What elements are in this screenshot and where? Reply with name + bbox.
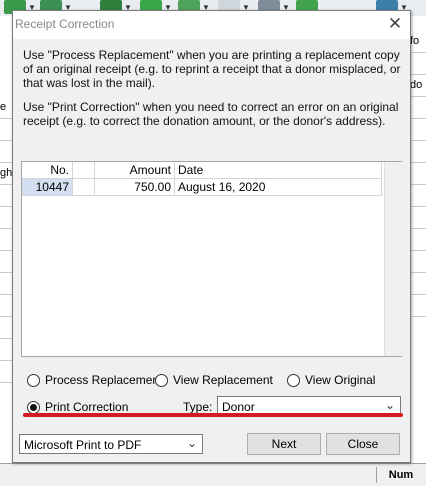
- radio-label: View Replacement: [173, 373, 273, 387]
- background-cell: [410, 184, 426, 207]
- type-label: Type:: [183, 400, 213, 414]
- background-cell: do: [410, 74, 426, 97]
- background-cell: [410, 96, 426, 119]
- instruction-print-correction: Use "Print Correction" when you need to …: [23, 100, 399, 128]
- background-cell: gh: [0, 162, 12, 185]
- background-cell: [410, 140, 426, 163]
- background-cell: [0, 316, 12, 339]
- cell-no[interactable]: 10447: [22, 179, 73, 196]
- radio-label: Process Replacement: [45, 373, 163, 387]
- chevron-down-icon: ⌄: [186, 436, 197, 450]
- background-cell: [410, 206, 426, 229]
- background-cell: [0, 338, 12, 361]
- receipts-grid[interactable]: No. Amount Date 10447 750.00 August 16, …: [21, 161, 402, 357]
- radio-indicator: [155, 374, 168, 387]
- cell-flag[interactable]: [73, 179, 95, 196]
- background-cell: [0, 140, 12, 163]
- radio-indicator: [27, 374, 40, 387]
- close-button[interactable]: Close: [326, 433, 400, 455]
- background-cell: [410, 250, 426, 273]
- background-cell: [0, 184, 12, 207]
- background-cell: [410, 162, 426, 185]
- radio-indicator: [287, 374, 300, 387]
- background-cell: [0, 250, 12, 273]
- highlight-underline: [23, 413, 403, 417]
- status-bar: Num: [0, 463, 426, 486]
- receipt-correction-dialog: Receipt Correction ✕ Use "Process Replac…: [12, 10, 411, 463]
- background-cell: [0, 360, 12, 383]
- radio-label: Print Correction: [45, 400, 129, 414]
- type-select-value: Donor: [222, 400, 255, 414]
- dialog-title: Receipt Correction: [15, 17, 115, 31]
- background-cell: [410, 228, 426, 251]
- cell-amount[interactable]: 750.00: [95, 179, 175, 196]
- chevron-down-icon: ⌄: [384, 398, 395, 412]
- background-cell: [0, 294, 12, 317]
- num-lock-indicator: Num: [376, 467, 425, 483]
- background-cell: [410, 294, 426, 317]
- background-cell: [410, 52, 426, 75]
- column-header-no[interactable]: No.: [22, 162, 73, 179]
- background-cell: [0, 206, 12, 229]
- background-cell: [0, 228, 12, 251]
- background-cell: [410, 272, 426, 295]
- radio-label: View Original: [305, 373, 376, 387]
- printer-select[interactable]: Microsoft Print to PDF ⌄: [19, 434, 203, 454]
- next-button[interactable]: Next: [247, 433, 321, 455]
- background-cell: [0, 118, 12, 141]
- close-icon[interactable]: ✕: [383, 12, 407, 36]
- background-cell: fo: [410, 30, 426, 53]
- cell-date[interactable]: August 16, 2020: [175, 179, 382, 196]
- column-header-date[interactable]: Date: [175, 162, 382, 179]
- background-cell: e: [0, 96, 12, 119]
- column-header-flag[interactable]: [73, 162, 95, 179]
- dialog-titlebar[interactable]: Receipt Correction ✕: [13, 11, 410, 39]
- background-cell: [410, 118, 426, 141]
- grid-header: No. Amount Date: [22, 162, 401, 179]
- background-grid-right: fo do: [409, 16, 426, 463]
- column-header-amount[interactable]: Amount: [95, 162, 175, 179]
- background-cell: [0, 272, 12, 295]
- grid-scrollbar[interactable]: [384, 162, 402, 356]
- instruction-process-replacement: Use "Process Replacement" when you are p…: [23, 48, 401, 90]
- printer-select-value: Microsoft Print to PDF: [24, 438, 142, 452]
